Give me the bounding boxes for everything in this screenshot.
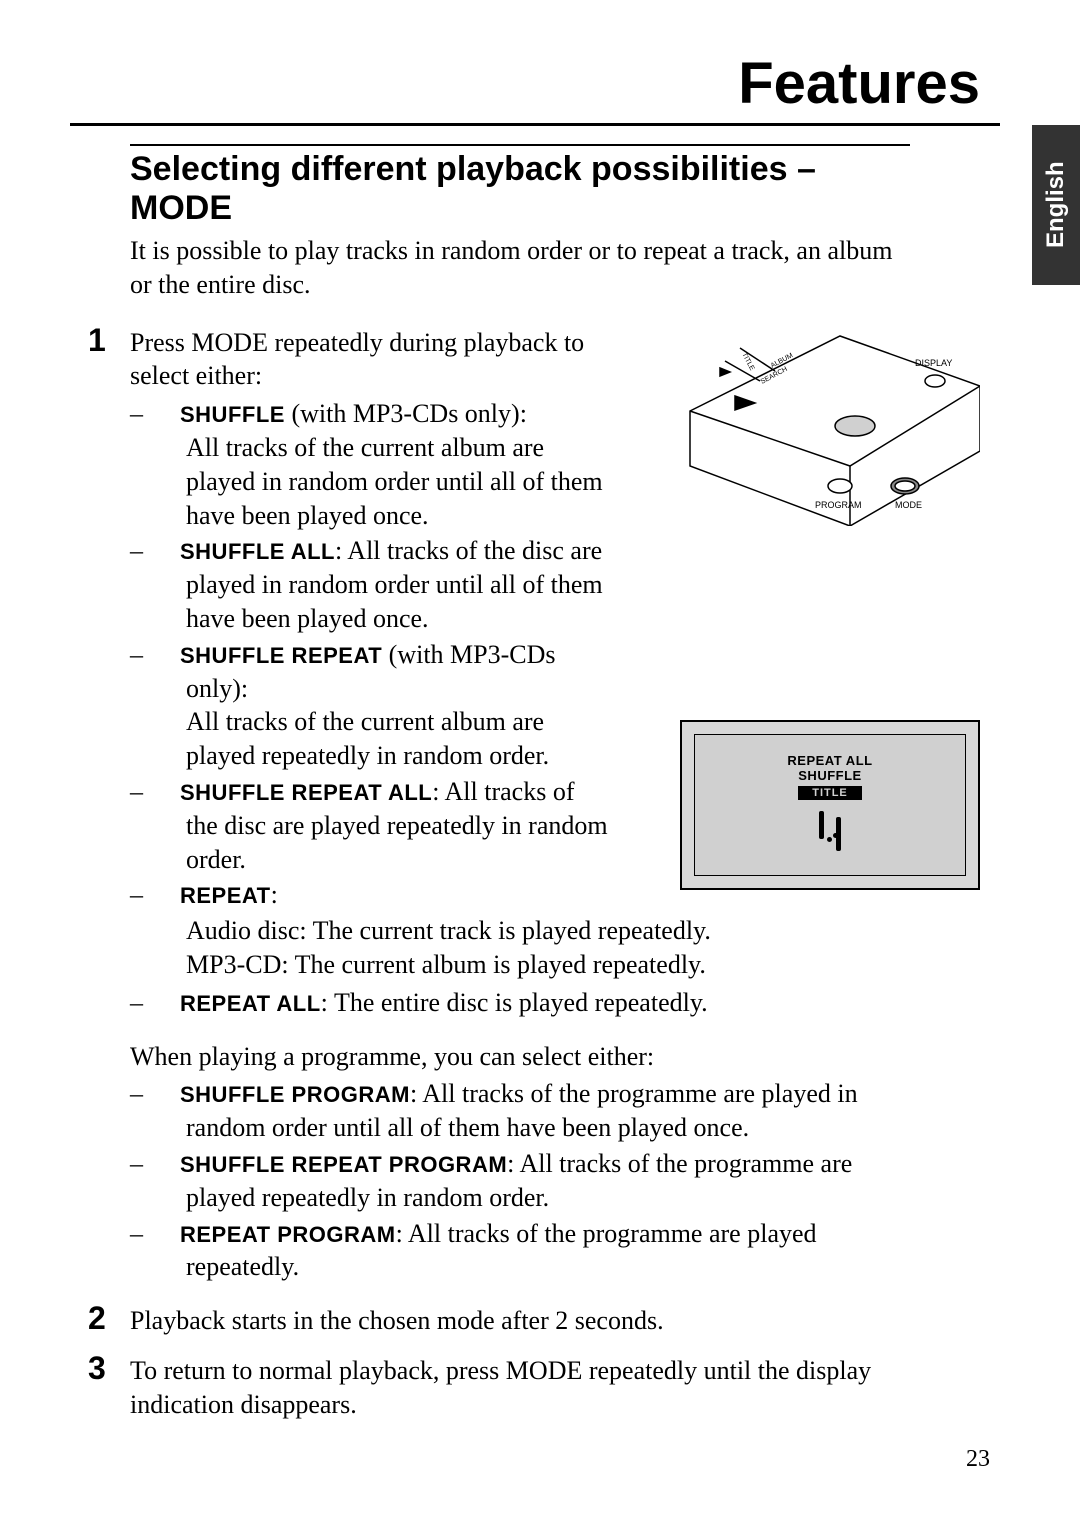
mode-item: –SHUFFLE REPEAT ALL: All tracks of the d… (130, 775, 610, 876)
mode-item: –SHUFFLE PROGRAM: All tracks of the prog… (130, 1077, 910, 1145)
step-number: 1 (88, 322, 106, 359)
step-text: Playback starts in the chosen mode after… (130, 1304, 920, 1338)
page-title: Features (70, 50, 1000, 117)
mode-item: –REPEAT PROGRAM: All tracks of the progr… (130, 1217, 910, 1285)
label-mode: MODE (895, 500, 922, 510)
device-illustration: DISPLAY PROGRAM MODE SEARCH ALBUM TITLE (680, 326, 980, 526)
mode-item: –REPEAT ALL: The entire disc is played r… (130, 986, 910, 1020)
step-lead: Press MODE repeatedly during playback to… (130, 326, 610, 394)
page-number: 23 (966, 1446, 990, 1473)
step-3: 3 To return to normal playback, press MO… (130, 1354, 920, 1422)
section-intro: It is possible to play tracks in random … (130, 234, 920, 302)
when-playing: When playing a programme, you can select… (130, 1040, 920, 1074)
mode-item: –REPEAT: (130, 878, 610, 912)
mode-item: –SHUFFLE (with MP3-CDs only):All tracks … (130, 397, 610, 532)
mode-item: –SHUFFLE REPEAT PROGRAM: All tracks of t… (130, 1147, 910, 1215)
lcd-line: SHUFFLE (695, 768, 965, 783)
section-divider (130, 144, 910, 146)
section-title: Selecting different playback possibiliti… (130, 150, 920, 228)
lcd-title-badge: TITLE (798, 786, 862, 800)
repeat-sub: Audio disc: The current track is played … (130, 914, 830, 948)
language-tab: English (1032, 125, 1080, 285)
step-text: To return to normal playback, press MODE… (130, 1354, 920, 1422)
label-program: PROGRAM (815, 500, 862, 510)
step-number: 2 (88, 1300, 106, 1337)
repeat-sub: MP3-CD: The current album is played repe… (130, 948, 830, 982)
divider (70, 123, 1000, 126)
step-2: 2 Playback starts in the chosen mode aft… (130, 1304, 920, 1338)
label-title: TITLE (740, 352, 755, 372)
label-display: DISPLAY (915, 358, 952, 368)
lcd-illustration: REPEAT ALL SHUFFLE TITLE (680, 720, 980, 890)
mode-item: –SHUFFLE ALL: All tracks of the disc are… (130, 534, 610, 635)
lcd-line: REPEAT ALL (695, 753, 965, 768)
mode-item: –SHUFFLE REPEAT (with MP3-CDs only):All … (130, 638, 610, 773)
step-number: 3 (88, 1350, 106, 1387)
lcd-graphic (813, 807, 847, 853)
